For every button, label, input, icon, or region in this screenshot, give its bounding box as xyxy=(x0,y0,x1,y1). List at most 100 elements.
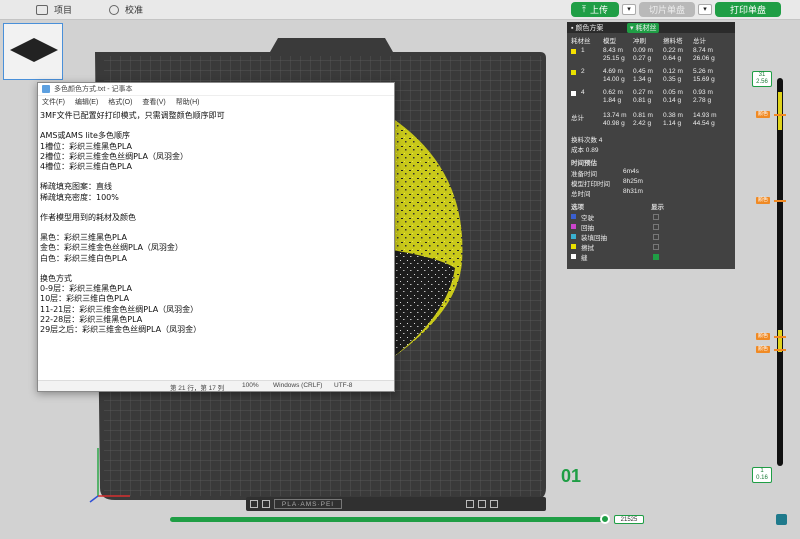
filament-id: 2 xyxy=(581,68,585,75)
slice-plate-button[interactable]: 切片单盘 xyxy=(639,2,695,17)
plate-thumbnail[interactable] xyxy=(3,23,63,80)
option-label: 回抽 xyxy=(581,225,594,232)
total-length: 0.93 m xyxy=(693,89,713,96)
cost: 成本 0.89 xyxy=(571,147,599,154)
layers-icon[interactable] xyxy=(776,514,787,525)
upload-icon: ⤒ xyxy=(582,4,586,14)
flush-weight: 1.34 g xyxy=(633,76,652,83)
table-header: 耗材丝 模型 冲刷 擦料塔 总计 xyxy=(567,35,735,45)
menu-view[interactable]: 查看(V) xyxy=(142,97,165,107)
option-row: 擦拭 xyxy=(567,242,735,252)
color-change-mark[interactable] xyxy=(774,114,786,116)
tab-color-scheme[interactable]: ▪ 颜色方案 xyxy=(571,23,603,33)
tower-length: 0.05 m xyxy=(663,89,683,96)
plate-thumbnail-icon xyxy=(10,38,58,62)
upload-dropdown-button[interactable]: ▾ xyxy=(622,4,636,15)
column-header: 耗材丝 xyxy=(571,38,591,45)
filament-swatch xyxy=(571,91,576,96)
top-layer-indicator[interactable]: 31 2.56 xyxy=(752,71,772,87)
slice-dropdown-button[interactable]: ▾ xyxy=(698,4,712,15)
option-visibility-checkbox[interactable] xyxy=(653,214,659,220)
notepad-line xyxy=(40,172,392,182)
notepad-window[interactable]: 多色颜色方式.txt - 记事本 文件(F) 编辑(E) 格式(O) 查看(V)… xyxy=(37,82,395,392)
option-visibility-checkbox[interactable] xyxy=(653,254,659,260)
options-header-label: 选项 xyxy=(571,204,584,211)
filament-swatch xyxy=(571,49,576,54)
notepad-line: 换色方式 xyxy=(40,274,72,283)
flush-weight: 0.81 g xyxy=(633,97,652,104)
project-tab[interactable]: 项目 xyxy=(36,3,72,16)
tower-length: 0.12 m xyxy=(663,68,683,75)
color-tag[interactable]: 颜色 xyxy=(756,333,770,340)
calibrate-tab[interactable]: 校准 xyxy=(109,3,143,16)
color-change-mark[interactable] xyxy=(774,336,786,338)
color-change-mark[interactable] xyxy=(774,349,786,351)
menu-help[interactable]: 帮助(H) xyxy=(176,97,200,107)
time-value: 8h25m xyxy=(623,178,643,185)
option-row: 装填回抽 xyxy=(567,232,735,242)
menu-file[interactable]: 文件(F) xyxy=(42,97,65,107)
top-toolbar: 项目 校准 ⤒ 上传 ▾ 切片单盘 ▾ 打印单盘 xyxy=(0,0,800,20)
color-tag[interactable]: 颜色 xyxy=(756,111,770,118)
option-swatch xyxy=(571,244,576,249)
option-visibility-checkbox[interactable] xyxy=(653,234,659,240)
notepad-icon xyxy=(42,85,50,93)
change-count-row: 换料次数 4 xyxy=(567,134,735,144)
color-change-mark[interactable] xyxy=(774,200,786,202)
color-tag[interactable]: 颜色 xyxy=(756,197,770,204)
time-section-title: 时间预估 xyxy=(571,160,597,167)
notepad-line: 0-9层：彩织三维黑色PLA xyxy=(40,284,133,294)
option-swatch xyxy=(571,214,576,219)
plate-name-label: PLA·AMS·PEI xyxy=(274,499,342,509)
notepad-line: 29层之后：彩织三维金色丝绸PLA（凤羽金） xyxy=(40,324,202,334)
flush-weight: 0.27 g xyxy=(633,55,652,62)
notepad-line: 11-21层：彩织三维金色丝绸PLA（凤羽金） xyxy=(40,304,199,314)
column-header: 擦料塔 xyxy=(663,38,683,45)
tab-filament[interactable]: ▾ 耗材丝 xyxy=(627,23,660,33)
color-scheme-icon: ▪ xyxy=(571,25,574,32)
total-weight: 2.78 g xyxy=(693,97,712,104)
time-label: 模型打印时间 xyxy=(571,181,610,188)
print-plate-button[interactable]: 打印单盘 xyxy=(715,2,781,17)
move-slider-knob[interactable] xyxy=(600,514,610,524)
total-length: 5.26 m xyxy=(693,68,713,75)
tower-length: 0.22 m xyxy=(663,47,683,54)
total-tower-length: 0.38 m xyxy=(663,112,683,119)
filament-stats-panel: ▪ 颜色方案 ▾ 耗材丝 耗材丝 模型 冲刷 擦料塔 总计 1 8.43 m 0.09 m 0.… xyxy=(567,22,735,269)
notepad-titlebar[interactable]: 多色颜色方式.txt - 记事本 xyxy=(38,83,394,96)
time-label: 总时间 xyxy=(571,191,591,198)
panel-tabs: ▪ 颜色方案 ▾ 耗材丝 xyxy=(567,22,735,33)
orient-icon[interactable] xyxy=(262,500,270,508)
delete-plate-icon[interactable] xyxy=(466,500,474,508)
bottom-layer-indicator[interactable]: 1 0.16 xyxy=(752,467,772,483)
arrange-icon[interactable] xyxy=(250,500,258,508)
notepad-line: 白色：彩织三维白色PLA xyxy=(40,253,127,263)
model-weight: 14.00 g xyxy=(603,76,625,83)
menu-format[interactable]: 格式(O) xyxy=(108,97,132,107)
notepad-line xyxy=(40,121,392,131)
change-count: 换料次数 4 xyxy=(571,137,603,144)
move-slider[interactable] xyxy=(170,517,606,522)
plate-settings-icon[interactable] xyxy=(490,500,498,508)
menu-edit[interactable]: 编辑(E) xyxy=(75,97,98,107)
project-icon xyxy=(36,4,48,15)
upload-button[interactable]: ⤒ 上传 xyxy=(571,2,619,17)
tower-weight: 0.35 g xyxy=(663,76,682,83)
filament-id: 4 xyxy=(581,89,585,96)
option-visibility-checkbox[interactable] xyxy=(653,224,659,230)
time-row: 总时间 8h31m xyxy=(567,188,735,198)
filament-id: 1 xyxy=(581,47,585,54)
filament-row-weight: 25.15 g 0.27 g 0.64 g 26.06 g xyxy=(567,55,735,65)
option-row: 回抽 xyxy=(567,222,735,232)
color-tag[interactable]: 颜色 xyxy=(756,346,770,353)
lock-plate-icon[interactable] xyxy=(478,500,486,508)
tower-weight: 0.14 g xyxy=(663,97,682,104)
notepad-line xyxy=(40,223,392,233)
notepad-text-area[interactable]: 3MF文件已配置好打印模式，只需调整颜色顺序即可 AMS或AMS lite多色顺序… xyxy=(38,109,394,379)
option-visibility-checkbox[interactable] xyxy=(653,244,659,250)
time-value: 8h31m xyxy=(623,188,643,195)
total-length: 8.74 m xyxy=(693,47,713,54)
column-header: 模型 xyxy=(603,38,616,45)
status-zoom: 100% xyxy=(242,382,259,389)
notepad-line: AMS或AMS lite多色顺序 xyxy=(40,131,130,141)
